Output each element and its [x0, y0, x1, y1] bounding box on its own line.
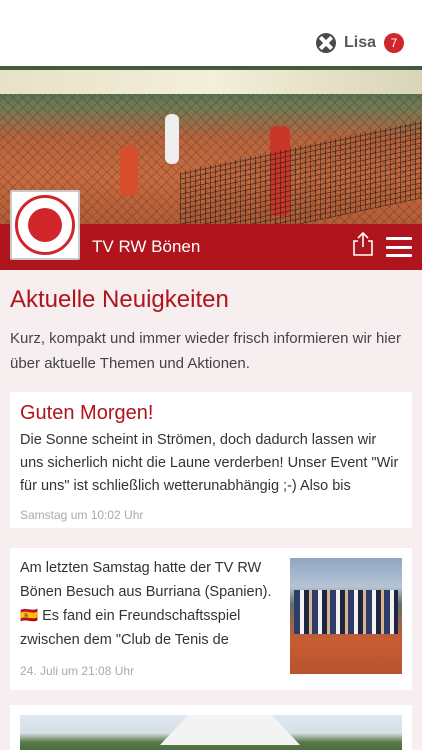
top-bar: Lisa 7: [0, 0, 422, 66]
club-crest-icon: [15, 195, 75, 255]
page-intro: Kurz, kompakt und immer wieder frisch in…: [10, 330, 401, 372]
hamburger-menu-icon[interactable]: [386, 237, 412, 257]
news-image[interactable]: [20, 715, 402, 750]
news-card[interactable]: Am letzten Samstag hatte der TV RW Bönen…: [10, 548, 412, 690]
user-logo-icon: [315, 33, 336, 53]
tent-shape: [160, 715, 300, 745]
share-icon[interactable]: [352, 231, 374, 256]
child-figure: [120, 146, 138, 196]
news-timestamp: Samstag um 10:02 Uhr: [20, 508, 144, 522]
news-text: Die Sonne scheint in Strömen, doch dadur…: [20, 432, 399, 494]
news-thumbnail[interactable]: [290, 558, 402, 674]
notification-badge[interactable]: 7: [384, 33, 404, 53]
club-name: TV RW Bönen: [92, 237, 201, 256]
news-card[interactable]: Guten Morgen! Die Sonne scheint in Ström…: [10, 392, 412, 528]
news-title[interactable]: Guten Morgen!: [20, 402, 402, 425]
group-photo: [294, 590, 398, 634]
news-text: Am letzten Samstag hatte der TV RW Bönen…: [20, 560, 272, 648]
club-logo: [10, 190, 80, 260]
page-title: Aktuelle Neuigkeiten: [10, 286, 229, 313]
child-figure: [165, 114, 179, 164]
user-account[interactable]: Lisa 7: [315, 33, 404, 53]
user-name[interactable]: Lisa: [344, 34, 376, 52]
sponsor-banner: [0, 70, 422, 94]
news-card[interactable]: [10, 705, 412, 750]
news-timestamp: 24. Juli um 21:08 Uhr: [20, 664, 135, 678]
